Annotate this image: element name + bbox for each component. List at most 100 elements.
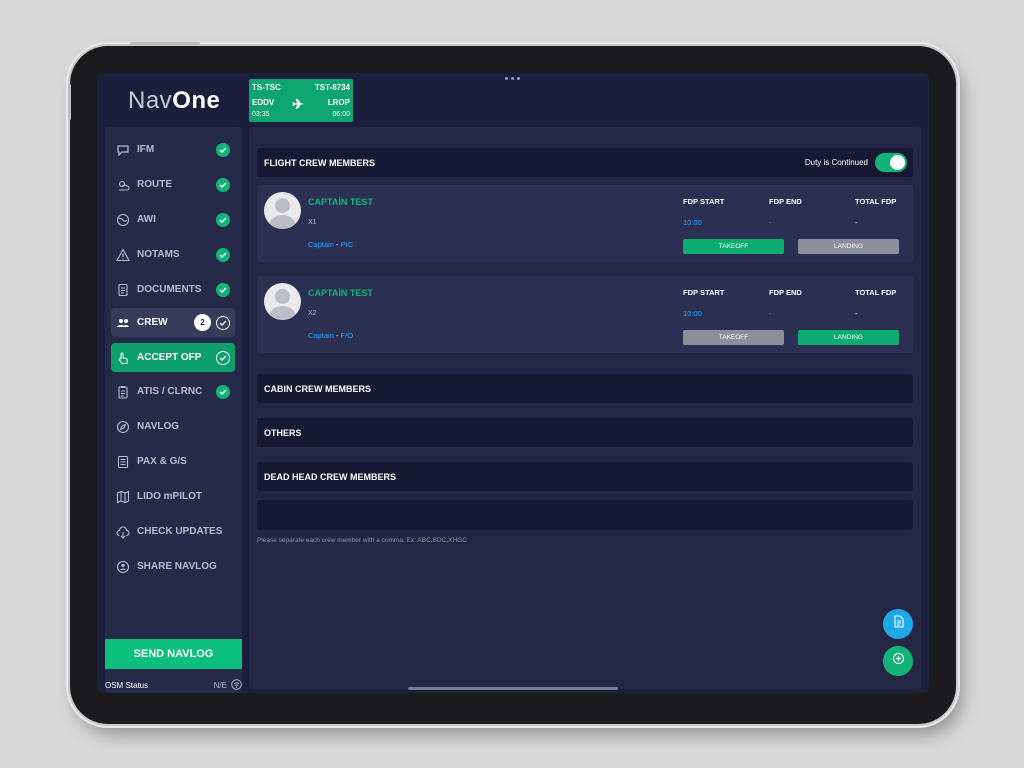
check-icon [216,315,230,330]
fdp-end-value[interactable]: - [769,309,772,318]
sidebar-item-documents[interactable]: DOCUMENTS [111,275,235,304]
hand-tap-icon [115,351,131,365]
fdp-start-value[interactable]: 10:00 [683,309,702,318]
registration: TS-TSC [252,83,281,92]
sidebar-item-atis-clrnc[interactable]: ATIS / CLRNC [111,377,235,406]
sidebar-item-label: CHECK UPDATES [137,526,223,537]
section-title: FLIGHT CREW MEMBERS [264,157,375,168]
sidebar-item-label: AWI [137,214,156,225]
airplane-icon: ✈ [292,96,304,112]
fdp-end-value[interactable]: - [769,218,772,227]
sidebar-item-awi[interactable]: AWI [111,205,235,234]
app-screen: NavOne TS-TSC TST-8734 EDDV LROP 03:35 0… [97,73,929,693]
chat-bubble-icon [115,143,131,157]
list-icon [115,455,131,469]
fdp-start-header: FDP START [683,197,725,206]
power-button [130,42,200,45]
crew-role[interactable]: Captain - F/O [308,331,353,340]
duty-label: Duty is Continued [804,158,868,167]
check-icon [216,350,230,365]
home-indicator[interactable] [408,687,618,690]
sidebar-item-check-updates[interactable]: CHECK UPDATES [111,517,235,546]
dead-head-crew-input[interactable] [257,500,913,530]
sidebar-item-share-navlog[interactable]: SHARE NAVLOG [111,552,235,581]
arrival-time: 06:00 [332,111,350,118]
volume-button [68,84,71,120]
sidebar-item-crew[interactable]: CREW 2 [111,308,235,337]
share-icon [115,560,131,574]
total-fdp-value: - [855,309,858,318]
sidebar-item-label: ROUTE [137,179,172,190]
total-fdp-header: TOTAL FDP [855,197,897,206]
duty-continued-row: Duty is Continued [805,153,907,172]
crew-position: X1 [308,219,317,226]
osm-status-value: N/E [213,681,227,690]
clipboard-icon [115,385,131,399]
others-section[interactable]: OTHERS [257,418,913,447]
send-navlog-button[interactable]: SEND NAVLOG [105,639,242,669]
takeoff-button[interactable]: TAKEOFF [683,330,784,345]
globe-icon [115,213,131,227]
fdp-start-value[interactable]: 10:00 [683,218,702,227]
crew-count-badge: 2 [194,314,211,331]
documents-icon [115,283,131,297]
osm-status-row: OSM Status N/E [105,679,242,692]
sidebar-item-lido-mpilot[interactable]: LIDO mPILOT [111,482,235,511]
sidebar-item-label: ATIS / CLRNC [137,386,203,397]
duty-toggle[interactable] [875,153,907,172]
section-title: CABIN CREW MEMBERS [264,383,371,394]
check-icon [216,212,230,227]
check-icon [216,142,230,157]
crew-icon [115,316,131,330]
crew-member-card[interactable]: CAPTAİN TEST X2 Captain - F/O FDP START … [257,276,913,353]
sidebar-item-navlog[interactable]: NAVLOG [111,412,235,441]
cloud-download-icon [115,525,131,539]
check-icon [216,247,230,262]
landing-button[interactable]: LANDING [798,330,899,345]
crew-member-card[interactable]: CAPTAİN TEST X1 Captain - PIC FDP START … [257,185,913,262]
sidebar-item-label: IFM [137,144,155,155]
crew-role[interactable]: Captain - PIC [308,240,353,249]
crew-name: CAPTAİN TEST [308,288,373,298]
takeoff-button[interactable]: TAKEOFF [683,239,784,254]
departure-time: 03:35 [252,111,270,118]
weather-icon [115,178,131,192]
wifi-icon [231,679,242,692]
map-icon [115,490,131,504]
sidebar-item-notams[interactable]: NOTAMS [111,240,235,269]
section-title: OTHERS [264,427,302,438]
sidebar-item-label: SHARE NAVLOG [137,561,217,572]
sidebar-item-label: LIDO mPILOT [137,491,202,502]
document-fab-button[interactable] [883,609,913,639]
app-logo: NavOne [128,87,221,114]
origin-airport: EDDV [252,98,275,107]
sidebar-item-pax-gs[interactable]: PAX & G/S [111,447,235,476]
total-fdp-header: TOTAL FDP [855,288,897,297]
fdp-start-header: FDP START [683,288,725,297]
flight-crew-header: FLIGHT CREW MEMBERS Duty is Continued [257,148,913,177]
sidebar-item-accept-ofp[interactable]: ACCEPT OFP [111,343,235,372]
sidebar-item-label: DOCUMENTS [137,284,202,295]
dead-head-crew-section: DEAD HEAD CREW MEMBERS [257,462,913,491]
landing-button[interactable]: LANDING [798,239,899,254]
add-fab-button[interactable] [883,646,913,676]
crew-position: X2 [308,310,317,317]
osm-status-label: OSM Status [105,681,149,690]
sidebar-item-label: CREW [137,317,168,328]
flight-tag[interactable]: TS-TSC TST-8734 EDDV LROP 03:35 06:00 ✈ [249,79,353,122]
cabin-crew-section[interactable]: CABIN CREW MEMBERS [257,374,913,403]
dead-head-hint: Please separate each crew member with a … [257,537,467,544]
check-icon [216,282,230,297]
multitask-dots-icon[interactable] [505,77,520,80]
warning-icon [115,247,131,262]
destination-airport: LROP [327,98,350,107]
sidebar-item-route[interactable]: ROUTE [111,170,235,199]
sidebar: IFM ROUTE AWI NOTAMS DOCUMENTS CREW 2 AC… [105,127,242,693]
sidebar-item-ifm[interactable]: IFM [111,135,235,164]
document-icon [892,615,905,633]
check-icon [216,177,230,192]
section-title: DEAD HEAD CREW MEMBERS [264,471,397,482]
sidebar-item-label: PAX & G/S [137,456,187,467]
sidebar-item-label: NAVLOG [137,421,180,432]
sidebar-item-label: NOTAMS [137,249,180,260]
